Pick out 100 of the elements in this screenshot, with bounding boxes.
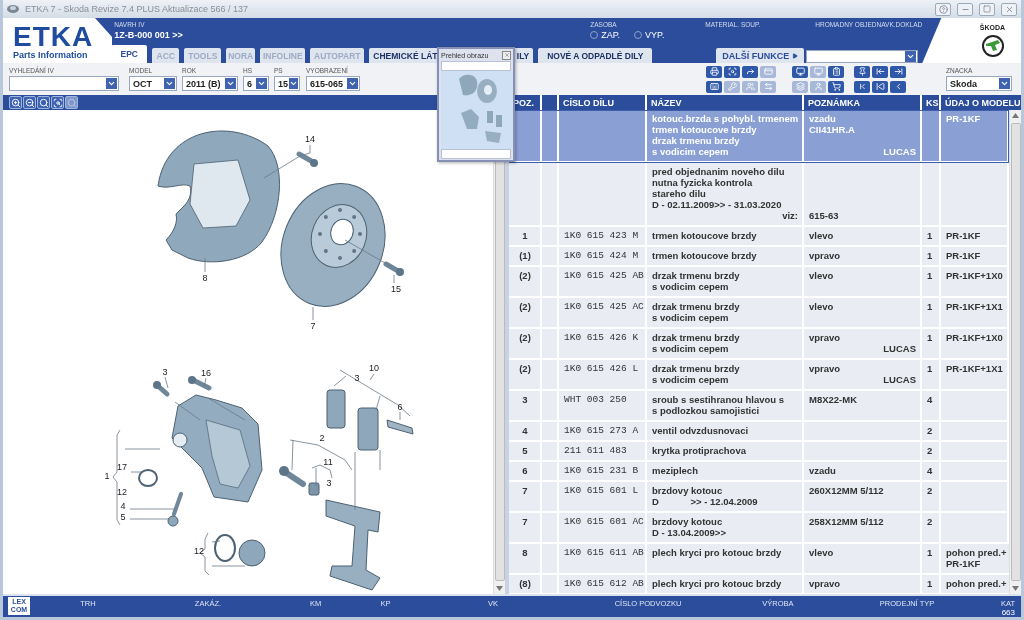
clip-drawing <box>386 419 414 435</box>
leader-line <box>164 376 169 389</box>
leader-line <box>379 449 381 471</box>
toolbar-button[interactable] <box>890 65 906 78</box>
table-row[interactable]: (2) 1K0 615 426 K drzak trmenu brzdy s vodicim cepem vpravo LUCAS 1 PR-1KF+1X0 <box>509 329 1009 360</box>
scan-search-icon <box>52 97 63 108</box>
toolbar-button[interactable] <box>890 80 906 93</box>
toolbar-button[interactable] <box>872 80 888 93</box>
vertical-scrollbar[interactable] <box>1009 110 1021 594</box>
dropdown-field[interactable]: OCT <box>129 76 177 91</box>
dropdown-field[interactable]: 2011 (B) <box>182 76 238 91</box>
dropdown-field[interactable]: 6 <box>243 76 269 91</box>
dropdown-arrow-icon <box>106 78 117 89</box>
dust-cap-drawing <box>167 515 179 527</box>
toolbar-button[interactable] <box>872 65 888 78</box>
table-cell-text: vlevo <box>809 230 835 241</box>
callout-number: 6 <box>397 402 403 412</box>
table-cell-text: trmen kotoucove brzdy <box>652 250 758 261</box>
dropdown-field[interactable]: 615-065 <box>306 76 360 91</box>
table-cell: 4 <box>927 394 933 405</box>
swap-arrows-icon <box>763 82 773 91</box>
radio-option[interactable]: ZAP. <box>590 30 621 40</box>
leader-line <box>312 306 314 321</box>
table-cell: LUCAS <box>883 146 916 157</box>
piston-drawing <box>238 539 266 567</box>
toolbar-button[interactable] <box>854 65 870 78</box>
dropdown-field[interactable]: 15 <box>274 76 300 91</box>
arrow-left-icon <box>875 67 885 76</box>
table-row[interactable]: (1) 1K0 615 424 M trmen kotoucove brzdy vpravo 1 PR-1KF <box>509 247 1009 267</box>
dropdown-field[interactable]: Skoda <box>946 76 1012 91</box>
radio-option[interactable]: VYP. <box>634 30 665 40</box>
table-row[interactable]: (8) 1K0 615 612 AB plech kryci pro kotouc brzdy vpravo 1 pohon pred.+ <box>509 575 1009 594</box>
toolbar-button[interactable] <box>742 65 758 78</box>
table-row[interactable]: (2) 1K0 615 425 AB drzak trmenu brzdy s vodicim cepem vlevo 1 PR-1KF+1X0 <box>509 267 1009 298</box>
table-cell: PR-1KF+1X1 <box>946 363 1003 374</box>
toolbar-button[interactable] <box>792 65 808 78</box>
table-row[interactable]: 8 1K0 615 611 AB plech kryci pro kotouc brzdy vlevo 1 pohon pred.+ PR-1KF <box>509 544 1009 575</box>
zoom-tool-button[interactable] <box>37 96 50 109</box>
clipboard-list-icon <box>831 67 841 76</box>
tab[interactable]: NOVÉ A ODPADLÉ DILY <box>538 48 653 63</box>
table-cell: PR-1KF+1X0 <box>946 270 1003 281</box>
app-icon <box>7 4 19 14</box>
table-cell: 2 <box>927 516 933 527</box>
table-row[interactable]: 1 1K0 615 423 M trmen kotoucove brzdy vlevo 1 PR-1KF <box>509 227 1009 247</box>
table-row[interactable]: 7 1K0 615 601 L brzdovy kotouc D >> - 12.04.2009 260X12MM 5/112 2 <box>509 482 1009 513</box>
part-number: 1K0 615 612 AB <box>564 578 644 589</box>
toolbar-button[interactable] <box>828 65 844 78</box>
table-row[interactable]: 3 WHT 003 250 sroub s sestihranou hlavou s s podlozkou samojistici M8X22-MK 4 <box>509 391 1009 422</box>
close-button[interactable] <box>1001 2 1017 16</box>
toolbar-button[interactable] <box>854 80 870 93</box>
keyboard-icon <box>709 82 719 91</box>
toolbar-button[interactable] <box>706 65 722 78</box>
table-row[interactable]: pred objednanim noveho dilu nutna fyzicka kontrola stareho dilu D - 02.11.2009>> - 31.03.2020 viz: 615-63 <box>509 163 1009 227</box>
part-number: 1K0 615 601 L <box>564 485 639 496</box>
zoom-tool-button[interactable] <box>51 96 64 109</box>
table-row[interactable]: 7 1K0 615 601 AC brzdovy kotouc D - 13.04.2009>> 258X12MM 5/112 2 <box>509 513 1009 544</box>
table-row[interactable]: 4 1K0 615 273 A ventil odvzdusnovaci 2 <box>509 422 1009 442</box>
toolbar-button[interactable] <box>828 80 844 93</box>
dropdown-arrow-icon <box>905 51 917 62</box>
table-row[interactable]: (2) 1K0 615 425 AC drzak trmenu brzdy s vodicim cepem vlevo 1 PR-1KF+1X1 <box>509 298 1009 329</box>
zoom-tool-button[interactable] <box>23 96 36 109</box>
table-row[interactable]: 6 1K0 615 231 B meziplech vzadu 4 <box>509 462 1009 482</box>
callout-number: 8 <box>202 273 208 283</box>
dropdown-field[interactable] <box>806 50 919 63</box>
user-icon <box>813 82 823 91</box>
table-row[interactable]: (2) 1K0 615 426 L drzak trmenu brzdy s vodicim cepem vpravo LUCAS 1 PR-1KF+1X1 <box>509 360 1009 391</box>
table-cell: 2 <box>927 445 933 456</box>
dropdown-arrow-icon <box>256 78 267 89</box>
table-cell-text: vlevo <box>809 270 835 281</box>
brake-pad-drawing <box>357 407 379 451</box>
table-cell: 4 <box>522 425 528 436</box>
proposal-link[interactable]: 1Z-B-000 001 >> <box>114 30 591 40</box>
blank-strip <box>441 61 511 71</box>
zoom-tool-button[interactable] <box>9 96 22 109</box>
callout-number: 12 <box>194 546 204 556</box>
table-cell-text: M8X22-MK <box>809 394 859 405</box>
maximize-icon <box>983 5 991 13</box>
table-cell-text: brzdovy kotouc D - 13.04.2009>> <box>652 516 727 538</box>
more-functions-button[interactable]: DALŠÍ FUNKCE <box>716 48 805 63</box>
part-number: 211 611 483 <box>564 445 627 456</box>
brake-pad-drawing <box>326 389 346 429</box>
close-button[interactable] <box>502 50 511 60</box>
toolbar-button[interactable] <box>706 80 722 93</box>
table-cell-text: plech kryci pro kotouc brzdy <box>652 578 783 589</box>
reference-link[interactable]: 615-63 <box>809 210 916 221</box>
table-cell-text: drzak trmenu brzdy s vodicim cepem <box>652 332 741 354</box>
part-number: 1K0 615 425 AB <box>564 270 644 281</box>
callout-number: 7 <box>310 321 316 331</box>
callout-number: 3 <box>162 367 168 377</box>
table-cell-text: vpravo <box>809 363 842 374</box>
table-cell-text: meziplech <box>652 465 699 476</box>
tab[interactable]: EPC <box>111 45 148 63</box>
toolbar-button[interactable] <box>724 65 740 78</box>
table-cell: (2) <box>519 363 531 374</box>
table-cell-text: 258X12MM 5/112 <box>809 516 885 527</box>
table-cell: PR-1KF <box>946 230 981 241</box>
table-row[interactable]: 5 211 611 483 krytka protiprachova 2 <box>509 442 1009 462</box>
dropdown-field[interactable] <box>9 76 119 91</box>
users-icon <box>745 82 755 91</box>
radio-label: ZAP. <box>601 30 621 40</box>
